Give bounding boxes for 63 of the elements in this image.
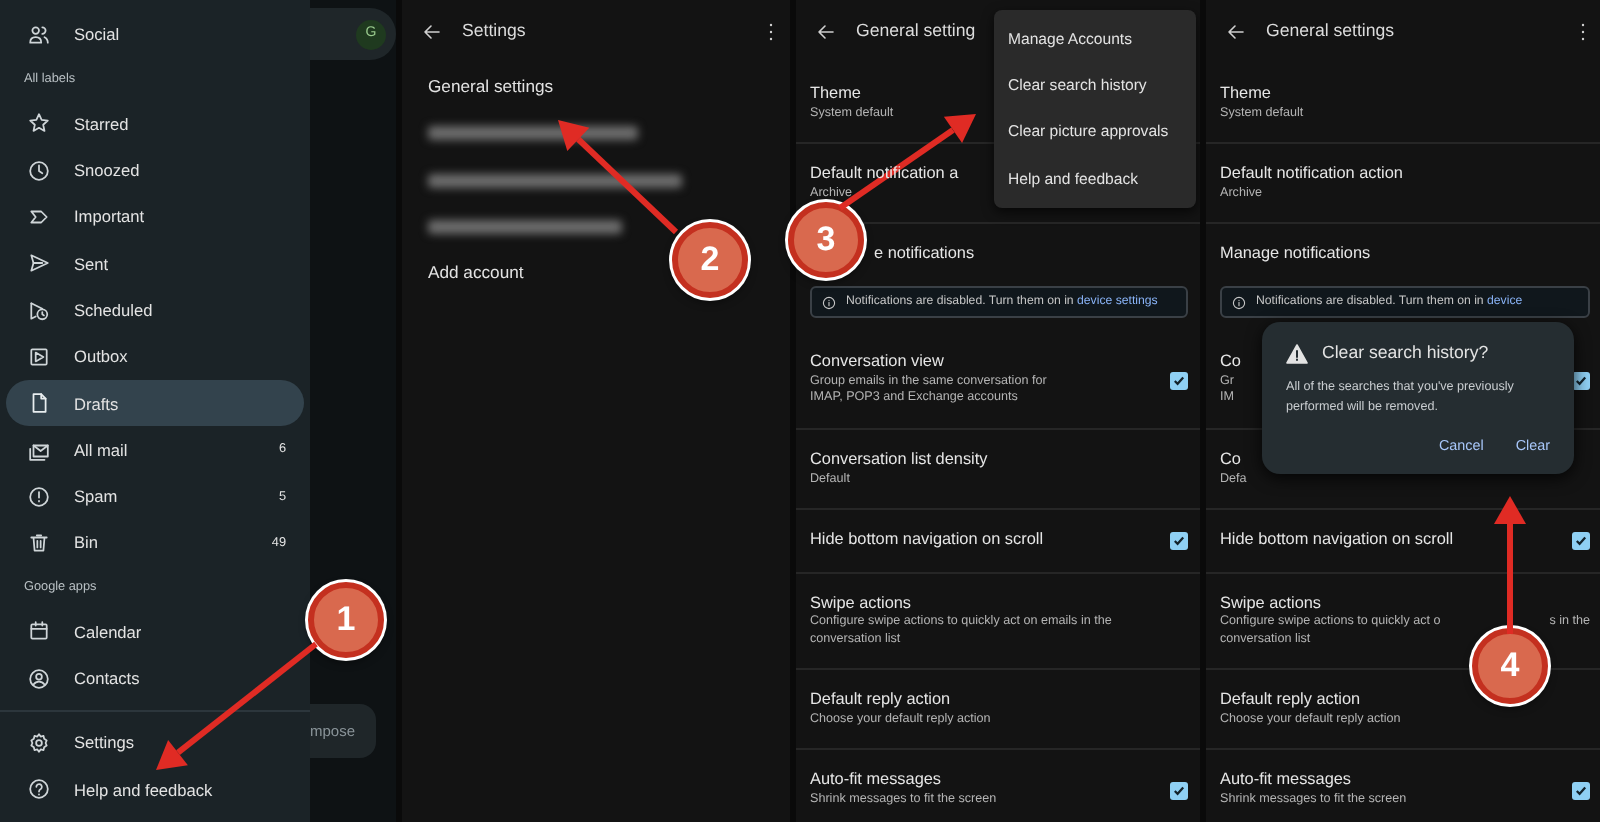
checkbox[interactable] [1572, 781, 1590, 800]
outbox-icon [28, 345, 50, 368]
checkbox[interactable] [1572, 531, 1590, 550]
person-icon [28, 667, 50, 690]
checkbox[interactable] [1170, 781, 1188, 800]
back-icon [1226, 22, 1246, 42]
back-icon [816, 22, 836, 42]
screen-title: Settings [462, 18, 526, 45]
setting-title[interactable]: Conversation list density [810, 449, 988, 471]
setting-title[interactable]: Swipe actions [810, 593, 912, 615]
drawer-item[interactable]: Outbox [6, 333, 304, 381]
drawer-item[interactable]: Drafts [6, 380, 304, 427]
setting-title[interactable]: e notifications [874, 244, 975, 266]
scheduled-icon [28, 299, 50, 322]
drawer-item[interactable]: Calendar [6, 608, 304, 656]
send-icon [28, 252, 50, 275]
drawer-item[interactable]: Social [6, 12, 304, 59]
trash-icon [28, 532, 50, 555]
label-icon [28, 206, 50, 229]
setting-title[interactable]: Default notification action [1220, 164, 1403, 186]
file-icon [28, 392, 50, 415]
pointer-arrow [558, 120, 679, 235]
info-icon [822, 295, 836, 310]
setting-title[interactable]: Co [1220, 352, 1241, 374]
mail-icon [28, 439, 50, 462]
setting-title[interactable]: Theme [1220, 84, 1271, 106]
warning-icon [1286, 343, 1308, 364]
setting-title[interactable]: Conversation view [810, 352, 944, 374]
setting-title[interactable]: Hide bottom navigation on scroll [1220, 530, 1454, 552]
alert-icon [28, 485, 50, 508]
drawer-item[interactable]: Settings [6, 719, 304, 767]
clock-icon [28, 159, 50, 182]
people-icon [28, 24, 50, 47]
setting-title[interactable]: Auto-fit messages [810, 770, 942, 793]
drawer-item[interactable]: Important [6, 193, 304, 241]
setting-title[interactable]: Manage notifications [1220, 244, 1371, 266]
setting-title[interactable]: Default reply action [810, 690, 951, 712]
setting-title[interactable]: Auto-fit messages [1220, 770, 1352, 793]
screen-title: General settings [1266, 18, 1395, 45]
drawer-item[interactable]: Help and feedback [6, 766, 304, 813]
screen-title: General setting [856, 18, 976, 45]
checkbox[interactable] [1170, 531, 1188, 550]
drawer-item[interactable]: Snoozed [6, 147, 304, 194]
drawer-item[interactable]: Scheduled [6, 286, 304, 334]
drawer-item[interactable]: Contacts [6, 655, 304, 702]
setting-title[interactable]: Default reply action [1220, 690, 1361, 712]
calendar-icon [28, 620, 50, 643]
setting-title[interactable]: Swipe actions [1220, 593, 1322, 615]
drawer-item[interactable]: Starred [6, 100, 304, 148]
help-icon [28, 778, 50, 801]
drawer-item[interactable]: Sent [6, 240, 304, 287]
settings-icon [28, 732, 50, 754]
star-icon [28, 112, 50, 135]
setting-title[interactable]: Hide bottom navigation on scroll [810, 530, 1044, 552]
setting-title[interactable]: Theme [810, 84, 861, 106]
list-option[interactable]: Add account [428, 250, 524, 297]
pointer-arrow [1494, 496, 1526, 634]
back-icon [422, 22, 442, 42]
list-option[interactable]: General settings [428, 64, 554, 111]
info-icon [1232, 295, 1246, 310]
setting-title[interactable]: Co [1220, 449, 1241, 471]
dialog-title: Clear search history? [1322, 340, 1489, 366]
checkbox[interactable] [1170, 371, 1188, 390]
